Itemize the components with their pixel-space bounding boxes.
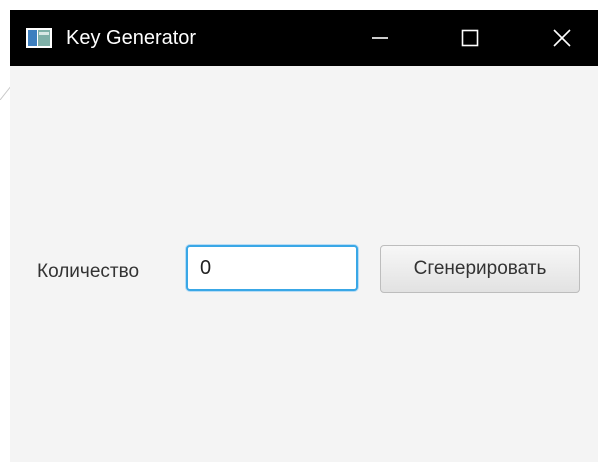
screenshot-page: Key Generator Количество Сген [0, 0, 600, 462]
app-window-icon [26, 28, 52, 48]
quantity-input[interactable] [186, 245, 358, 291]
generate-button[interactable]: Сгенерировать [380, 245, 580, 293]
key-generator-window: Key Generator Количество Сген [10, 10, 598, 462]
maximize-button[interactable] [450, 18, 490, 58]
close-button[interactable] [542, 18, 582, 58]
close-icon [553, 29, 571, 47]
quantity-label: Количество [37, 261, 140, 282]
title-bar[interactable]: Key Generator [10, 10, 598, 66]
window-content: Количество Сгенерировать [10, 66, 598, 462]
minimize-button[interactable] [360, 18, 400, 58]
window-title: Key Generator [66, 27, 197, 49]
maximize-icon [461, 29, 479, 47]
minimize-icon [372, 37, 388, 39]
